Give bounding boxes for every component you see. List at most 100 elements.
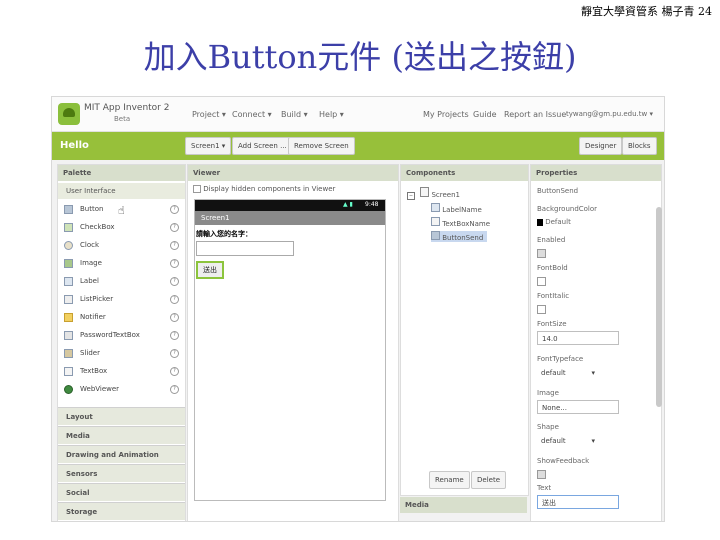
category-social[interactable]: Social [58, 483, 185, 501]
prop-enabled-label: Enabled [537, 236, 566, 244]
textbox-name-preview[interactable] [196, 241, 294, 256]
palette-item-listpicker[interactable]: ListPicker ? [58, 291, 185, 309]
phone-status-bar: ▲ ▮ 9:48 [195, 200, 385, 211]
palette-item-webviewer[interactable]: WebViewer ? [58, 381, 185, 399]
help-icon[interactable]: ? [170, 295, 179, 304]
app-inventor-screenshot: MIT App Inventor 2 Beta Project ▾ Connec… [51, 96, 665, 522]
menu-account[interactable]: tywang@gm.pu.edu.tw ▾ [566, 110, 653, 118]
palette-item-label: Clock [80, 241, 100, 249]
tree-screen1[interactable]: − Screen1 [407, 187, 460, 200]
tree-labelname[interactable]: LabelName [431, 203, 482, 214]
hidden-components-option[interactable]: Display hidden components in Viewer [193, 185, 335, 193]
prop-fontitalic-label: FontItalic [537, 292, 570, 300]
tree-buttonsend[interactable]: ButtonSend [431, 231, 488, 242]
help-icon[interactable]: ? [170, 313, 179, 322]
menu-project[interactable]: Project ▾ [192, 110, 226, 119]
menu-my-projects[interactable]: My Projects [423, 110, 469, 119]
prop-background-value[interactable]: Default [537, 218, 571, 226]
blocks-button[interactable]: Blocks [622, 137, 657, 155]
hand-cursor-icon: ☝ [118, 204, 125, 217]
tree-textboxname[interactable]: TextBoxName [431, 217, 490, 228]
prop-fontbold-checkbox[interactable] [537, 277, 546, 286]
button-send-preview[interactable]: 送出 [196, 261, 224, 279]
label-icon [64, 277, 73, 286]
dropdown-arrow-icon: ▾ [591, 369, 595, 377]
selected-component-name: ButtonSend [537, 187, 579, 195]
palette-item-label: Label [80, 277, 99, 285]
add-screen-button[interactable]: Add Screen ... [232, 137, 293, 155]
category-drawing-animation[interactable]: Drawing and Animation [58, 445, 185, 463]
listpicker-icon [64, 295, 73, 304]
slider-icon [64, 349, 73, 358]
category-sensors[interactable]: Sensors [58, 464, 185, 482]
top-bar: MIT App Inventor 2 Beta Project ▾ Connec… [52, 97, 664, 132]
logo-subtitle: Beta [114, 115, 131, 123]
help-icon[interactable]: ? [170, 349, 179, 358]
prop-text-input[interactable]: 送出 [537, 495, 619, 509]
delete-button[interactable]: Delete [471, 471, 506, 489]
globe-icon [64, 385, 73, 394]
properties-title: Properties [531, 165, 661, 181]
button-icon [431, 231, 440, 240]
project-name: Hello [60, 140, 89, 151]
project-toolbar: Hello Screen1 ▾ Add Screen ... Remove Sc… [52, 132, 664, 160]
designer-button[interactable]: Designer [579, 137, 623, 155]
remove-screen-button[interactable]: Remove Screen [288, 137, 355, 155]
prop-enabled-checkbox[interactable] [537, 249, 546, 258]
palette-item-notifier[interactable]: Notifier ? [58, 309, 185, 327]
collapse-icon[interactable]: − [407, 192, 415, 200]
help-icon[interactable]: ? [170, 259, 179, 268]
image-icon [64, 259, 73, 268]
help-icon[interactable]: ? [170, 277, 179, 286]
label-name-preview[interactable]: 請輸入您的名字： [196, 229, 252, 239]
color-swatch [537, 218, 543, 226]
category-media[interactable]: Media [58, 426, 185, 444]
hidden-components-label: Display hidden components in Viewer [203, 185, 336, 193]
phone-preview: ▲ ▮ 9:48 Screen1 請輸入您的名字： 送出 [194, 199, 386, 501]
tree-item-label: TextBoxName [442, 220, 491, 228]
palette-item-label[interactable]: Label ? [58, 273, 185, 291]
prop-fonttypeface-select[interactable]: default ▾ [537, 366, 597, 380]
prop-background-label: BackgroundColor [537, 205, 598, 213]
hidden-components-checkbox[interactable] [193, 185, 201, 193]
palette-item-checkbox[interactable]: CheckBox ? [58, 219, 185, 237]
help-icon[interactable]: ? [170, 241, 179, 250]
prop-text-label: Text [537, 484, 552, 492]
prop-fonttypeface-label: FontTypeface [537, 355, 584, 363]
warning-icon [64, 313, 73, 322]
palette-item-passwordtextbox[interactable]: PasswordTextBox ? [58, 327, 185, 345]
prop-fontitalic-checkbox[interactable] [537, 305, 546, 314]
palette-item-textbox[interactable]: TextBox ? [58, 363, 185, 381]
rename-button[interactable]: Rename [429, 471, 470, 489]
prop-showfeedback-checkbox[interactable] [537, 470, 546, 479]
palette-item-label: PasswordTextBox [80, 331, 140, 339]
prop-showfeedback-label: ShowFeedback [537, 457, 590, 465]
textbox-icon [431, 217, 440, 226]
category-layout[interactable]: Layout [58, 407, 185, 425]
help-icon[interactable]: ? [170, 223, 179, 232]
menu-report-issue[interactable]: Report an Issue [504, 110, 566, 119]
palette-item-label: Notifier [80, 313, 106, 321]
help-icon[interactable]: ? [170, 331, 179, 340]
user-interface-header[interactable]: User Interface [58, 183, 185, 199]
palette-item-label: Button [80, 205, 104, 213]
menu-guide[interactable]: Guide [473, 110, 497, 119]
palette-item-clock[interactable]: Clock ? [58, 237, 185, 255]
prop-image-label: Image [537, 389, 559, 397]
screen-select[interactable]: Screen1 ▾ [185, 137, 232, 155]
prop-shape-select[interactable]: default ▾ [537, 434, 597, 448]
category-storage[interactable]: Storage [58, 502, 185, 520]
palette-item-image[interactable]: Image ? [58, 255, 185, 273]
menu-build[interactable]: Build ▾ [281, 110, 308, 119]
help-icon[interactable]: ? [170, 367, 179, 376]
prop-image-input[interactable]: None... [537, 400, 619, 414]
button-icon [64, 205, 73, 214]
signal-icon: ▲ ▮ [343, 201, 353, 208]
help-icon[interactable]: ? [170, 205, 179, 214]
palette-item-slider[interactable]: Slider ? [58, 345, 185, 363]
menu-connect[interactable]: Connect ▾ [232, 110, 272, 119]
prop-fontsize-input[interactable]: 14.0 [537, 331, 619, 345]
menu-help[interactable]: Help ▾ [319, 110, 344, 119]
help-icon[interactable]: ? [170, 385, 179, 394]
page-scrollbar[interactable] [656, 207, 662, 407]
